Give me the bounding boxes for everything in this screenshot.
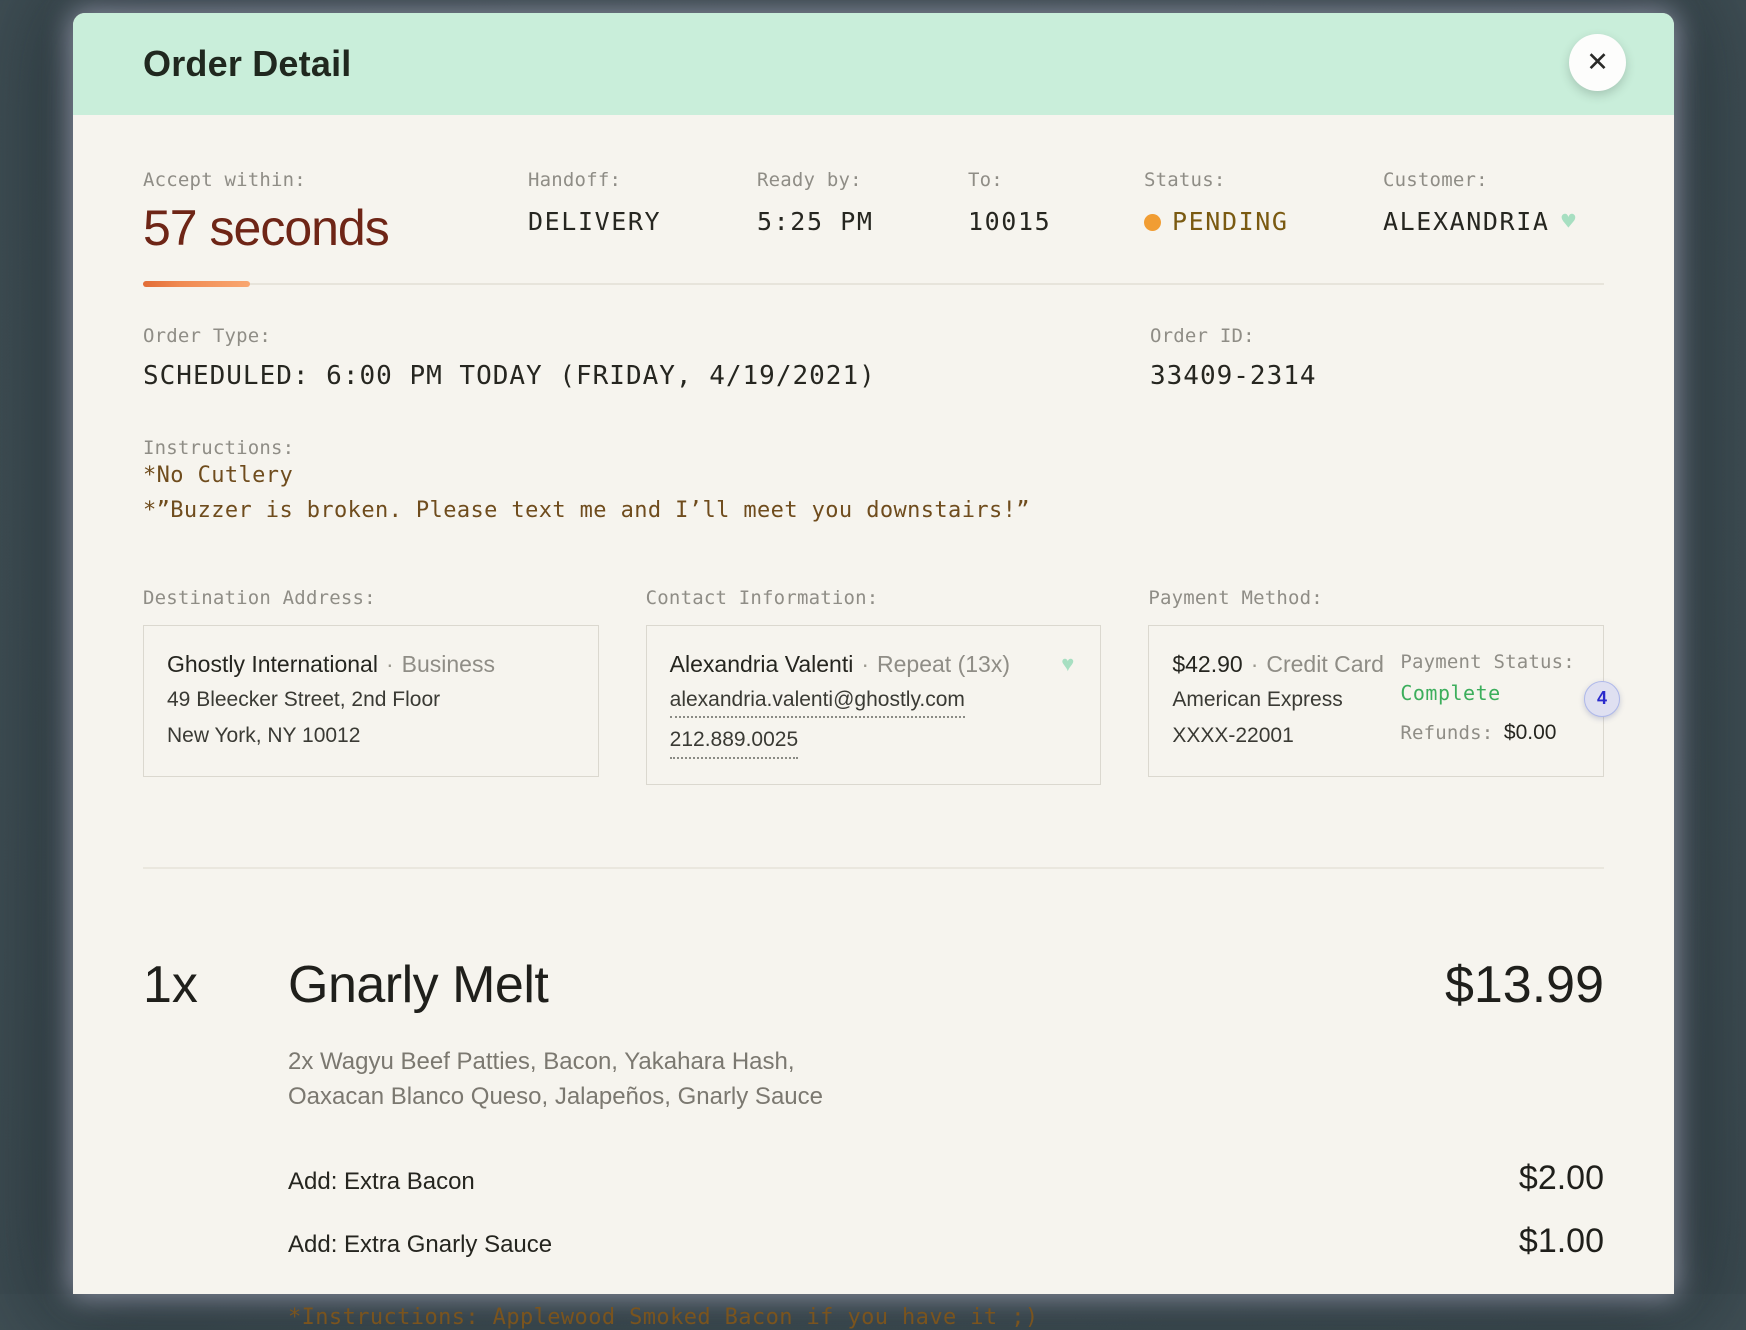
accept-within-countdown: 57 seconds — [143, 199, 528, 257]
accept-within-field: Accept within: 57 seconds — [143, 169, 528, 257]
contact-favorite-heart-icon: ♥ — [1061, 651, 1074, 677]
order-type-field: Order Type: SCHEDULED: 6:00 PM TODAY (FR… — [143, 325, 1150, 391]
contact-information-section: Contact Information: Alexandria Valenti ·… — [646, 587, 1102, 786]
customer-field: Customer: ALEXANDRIA ♥ — [1383, 169, 1604, 257]
payment-method-label: Payment Method: — [1148, 587, 1604, 609]
info-cards-row: Destination Address: Ghostly Internation… — [143, 587, 1604, 786]
customer-value: ALEXANDRIA ♥ — [1383, 207, 1604, 236]
handoff-value: DELIVERY — [528, 207, 757, 236]
close-icon: ✕ — [1586, 47, 1609, 78]
customer-label: Customer: — [1383, 169, 1604, 191]
contact-phone-link[interactable]: 212.889.0025 — [670, 726, 798, 759]
status-value: PENDING — [1144, 207, 1383, 236]
contact-information-label: Contact Information: — [646, 587, 1102, 609]
order-id-field: Order ID: 33409-2314 — [1150, 325, 1604, 391]
close-button[interactable]: ✕ — [1569, 34, 1626, 91]
order-type-value: SCHEDULED: 6:00 PM TODAY (FRIDAY, 4/19/2… — [143, 361, 1150, 391]
contact-information-card: Alexandria Valenti · Repeat (13x) alexandr… — [646, 625, 1102, 786]
dot-separator: · — [386, 651, 394, 677]
order-overview: Accept within: 57 seconds Handoff: DELIV… — [143, 169, 1604, 257]
page-title: Order Detail — [143, 43, 351, 85]
destination-street: 49 Bleecker Street, 2nd Floor — [167, 686, 575, 715]
order-type-row: Order Type: SCHEDULED: 6:00 PM TODAY (FR… — [143, 325, 1604, 391]
ready-by-label: Ready by: — [757, 169, 968, 191]
item-quantity: 1x — [143, 955, 288, 1015]
accept-within-label: Accept within: — [143, 169, 528, 191]
destination-address-card: Ghostly International · Business 49 Bleeck… — [143, 625, 599, 778]
accept-countdown-progress-bar — [143, 281, 250, 287]
item-description: 2x Wagyu Beef Patties, Bacon, Yakahara H… — [288, 1045, 1604, 1115]
status-pending-dot-icon — [1144, 214, 1161, 231]
payment-method-section: Payment Method: $42.90 · Credit Card Ameri… — [1148, 587, 1604, 786]
ready-by-field: Ready by: 5:25 PM — [757, 169, 968, 257]
refunds-value: $0.00 — [1504, 721, 1557, 744]
to-label: To: — [968, 169, 1144, 191]
contact-name: Alexandria Valenti — [670, 651, 854, 677]
item-name: Gnarly Melt — [288, 955, 1445, 1015]
item-price: $13.99 — [1445, 955, 1604, 1015]
item-addon-row: Add: Extra Bacon $2.00 — [288, 1159, 1604, 1198]
destination-city: New York, NY 10012 — [167, 722, 575, 751]
dot-separator: · — [861, 651, 869, 677]
order-instructions: Instructions: *No Cutlery *”Buzzer is br… — [143, 437, 1604, 529]
instruction-line: *”Buzzer is broken. Please text me and I… — [143, 494, 1604, 529]
payment-card-details: $42.90 · Credit Card American Express XXXX… — [1172, 651, 1390, 752]
instruction-line: *No Cutlery — [143, 459, 1604, 494]
contact-email-link[interactable]: alexandria.valenti@ghostly.com — [670, 686, 965, 719]
payment-amount: $42.90 — [1172, 651, 1242, 677]
items-divider — [143, 867, 1604, 869]
annotation-badge-4[interactable]: 4 — [1584, 681, 1620, 717]
payment-method-type: Credit Card — [1266, 651, 1384, 677]
destination-name: Ghostly International — [167, 651, 378, 677]
destination-address-label: Destination Address: — [143, 587, 599, 609]
payment-method-card: $42.90 · Credit Card American Express XXXX… — [1148, 625, 1604, 778]
line-item: 1x Gnarly Melt $13.99 2x Wagyu Beef Patt… — [143, 955, 1604, 1330]
order-id-value: 33409-2314 — [1150, 361, 1604, 391]
payment-card-number: XXXX-22001 — [1172, 722, 1390, 751]
to-value: 10015 — [968, 207, 1144, 236]
accept-countdown-track — [143, 281, 1604, 287]
item-description-line: 2x Wagyu Beef Patties, Bacon, Yakahara H… — [288, 1045, 1604, 1080]
destination-tag: Business — [402, 651, 495, 677]
payment-status-details: Payment Status: Complete Refunds: $0.00 — [1400, 651, 1580, 752]
customer-favorite-heart-icon: ♥ — [1562, 209, 1577, 235]
order-type-label: Order Type: — [143, 325, 1150, 347]
customer-name: ALEXANDRIA — [1383, 207, 1550, 236]
instructions-label: Instructions: — [143, 437, 1604, 459]
modal-header: Order Detail ✕ — [73, 13, 1674, 115]
order-detail-modal: Order Detail ✕ Accept within: 57 seconds… — [73, 13, 1674, 1294]
ready-by-value: 5:25 PM — [757, 207, 968, 236]
payment-card-brand: American Express — [1172, 686, 1390, 715]
handoff-field: Handoff: DELIVERY — [528, 169, 757, 257]
addon-price: $1.00 — [1519, 1222, 1604, 1261]
contact-repeat-tag: Repeat (13x) — [877, 651, 1010, 677]
destination-address-section: Destination Address: Ghostly Internation… — [143, 587, 599, 786]
handoff-label: Handoff: — [528, 169, 757, 191]
addon-label: Add: Extra Bacon — [288, 1168, 475, 1196]
payment-status-value: Complete — [1400, 681, 1580, 705]
status-text: PENDING — [1172, 207, 1289, 236]
refunds-label: Refunds: — [1400, 722, 1493, 744]
dot-separator: · — [1251, 651, 1259, 677]
item-special-instructions: *Instructions: Applewood Smoked Bacon if… — [288, 1305, 1604, 1330]
addon-price: $2.00 — [1519, 1159, 1604, 1198]
to-field: To: 10015 — [968, 169, 1144, 257]
status-label: Status: — [1144, 169, 1383, 191]
item-addon-row: Add: Extra Gnarly Sauce $1.00 — [288, 1222, 1604, 1261]
order-id-label: Order ID: — [1150, 325, 1604, 347]
addon-label: Add: Extra Gnarly Sauce — [288, 1231, 552, 1259]
status-field: Status: PENDING — [1144, 169, 1383, 257]
payment-status-label: Payment Status: — [1400, 651, 1580, 673]
item-description-line: Oaxacan Blanco Queso, Jalapeños, Gnarly … — [288, 1080, 1604, 1115]
